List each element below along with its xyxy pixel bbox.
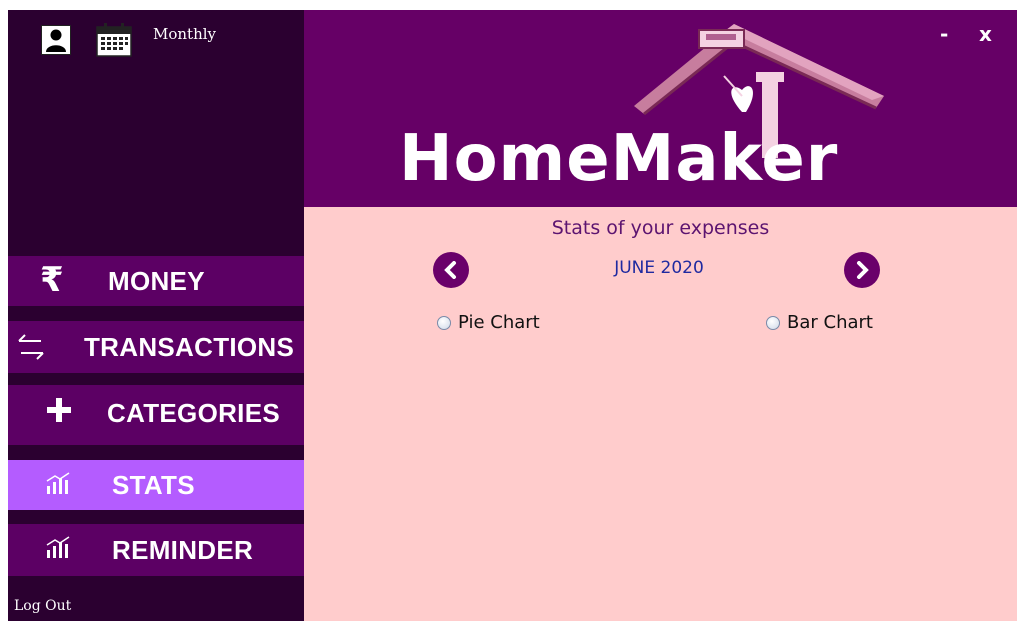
sidebar-item-label: TRANSACTIONS (84, 332, 295, 362)
sidebar-item-stats[interactable]: STATS (8, 460, 304, 510)
user-profile-icon[interactable] (41, 25, 71, 55)
chevron-left-icon (444, 261, 456, 279)
sidebar-item-label: MONEY (108, 266, 205, 296)
sidebar-item-money[interactable]: ₹ MONEY (8, 256, 304, 306)
app-logo-text: HomeMaker (399, 122, 839, 196)
radio-circle[interactable] (766, 315, 780, 330)
app-window: Monthly ₹ MONEY TRANSACTIONS CATEGORIES (8, 10, 1017, 621)
sidebar-top-icons (41, 23, 132, 57)
sidebar-item-categories[interactable]: CATEGORIES (8, 385, 304, 445)
radio-circle[interactable] (437, 315, 451, 330)
sidebar-item-reminder[interactable]: REMINDER (8, 524, 304, 576)
period-label[interactable]: Monthly (153, 25, 216, 43)
current-month-label: JUNE 2020 (614, 258, 704, 278)
next-month-button[interactable] (844, 252, 880, 288)
plus-icon (45, 396, 73, 428)
sidebar-item-label: CATEGORIES (107, 398, 280, 428)
pie-chart-radio[interactable]: Pie Chart (437, 312, 540, 333)
close-button[interactable]: x (979, 22, 992, 46)
sidebar-item-transactions[interactable]: TRANSACTIONS (8, 321, 304, 373)
calendar-icon[interactable] (96, 23, 132, 57)
minimize-button[interactable]: - (940, 22, 948, 46)
bar-chart-icon (46, 536, 72, 562)
rupee-icon: ₹ (40, 260, 64, 300)
sidebar: Monthly ₹ MONEY TRANSACTIONS CATEGORIES (8, 10, 304, 621)
sidebar-item-label: STATS (112, 470, 195, 500)
page-title: Stats of your expenses (551, 217, 770, 239)
arrows-exchange-icon (17, 331, 45, 367)
prev-month-button[interactable] (433, 252, 469, 288)
stats-panel: Stats of your expenses JUNE 2020 Pie Cha… (304, 207, 1017, 621)
logout-link[interactable]: Log Out (14, 598, 71, 614)
bar-chart-icon (46, 472, 72, 498)
sidebar-item-label: REMINDER (112, 535, 254, 565)
radio-label: Bar Chart (787, 312, 873, 333)
header-banner: - x HomeMaker (304, 10, 1017, 207)
bar-chart-radio[interactable]: Bar Chart (766, 312, 873, 333)
radio-label: Pie Chart (458, 312, 540, 333)
chevron-right-icon (857, 261, 869, 279)
